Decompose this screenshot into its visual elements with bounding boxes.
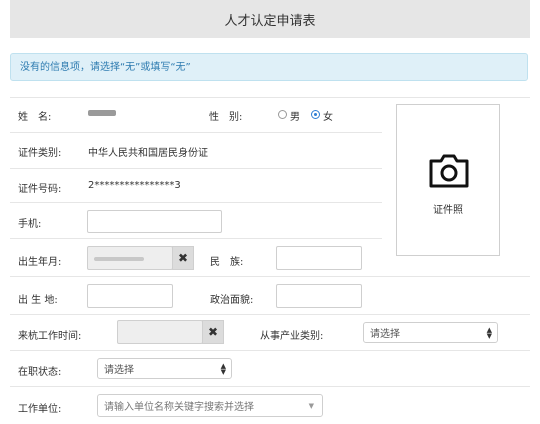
page-title: 人才认定申请表 [224, 13, 316, 29]
divider [10, 350, 530, 351]
name-value-redacted [88, 110, 116, 116]
camera-icon [429, 154, 469, 188]
close-icon: ✖ [177, 251, 189, 265]
updown-icon: ▲ ▼ [486, 325, 492, 340]
ethnicity-input[interactable] [276, 246, 362, 270]
info-notice: 没有的信息项，请选择“无”或填写“无” [10, 53, 528, 81]
birth-date-input[interactable] [87, 246, 173, 270]
divider [10, 97, 530, 98]
divider [10, 238, 382, 239]
updown-icon: ▲ ▼ [220, 361, 226, 376]
birth-clear-button[interactable]: ✖ [172, 246, 194, 270]
divider [10, 168, 382, 169]
id-photo-upload[interactable]: 证件照 [396, 104, 500, 256]
birth-date-value-redacted [94, 257, 144, 261]
close-icon: ✖ [207, 325, 219, 339]
job-status-select[interactable]: 请选择 ▲ ▼ [97, 358, 232, 379]
id-number-value: 2****************3 [88, 180, 181, 191]
id-type-value: 中华人民共和国居民身份证 [88, 148, 208, 159]
ethnicity-label: 民 族: [210, 257, 244, 268]
chevron-down-icon: ▼ [308, 401, 314, 410]
hangzhou-time-clear-button[interactable]: ✖ [202, 320, 224, 344]
hangzhou-time-input[interactable] [117, 320, 203, 344]
divider [10, 132, 382, 133]
gender-option-male[interactable]: 男 [290, 108, 300, 123]
employer-placeholder: 请输入单位名称关键字搜索并选择 [104, 402, 254, 413]
industry-label: 从事产业类别: [260, 331, 324, 342]
political-input[interactable] [276, 284, 362, 308]
industry-select[interactable]: 请选择 ▲ ▼ [363, 322, 498, 343]
photo-label: 证件照 [433, 205, 463, 216]
divider [10, 386, 530, 387]
page-header: 人才认定申请表 [10, 0, 530, 38]
hangzhou-time-label: 来杭工作时间: [18, 331, 82, 342]
job-status-select-value: 请选择 [104, 365, 134, 376]
employer-search-select[interactable]: 请输入单位名称关键字搜索并选择 ▼ [97, 394, 323, 417]
divider [10, 276, 530, 277]
gender-radio-female[interactable] [311, 110, 320, 119]
phone-input[interactable] [87, 210, 222, 233]
phone-label: 手机: [18, 219, 42, 230]
employer-label: 工作单位: [18, 404, 62, 415]
id-number-label: 证件号码: [18, 184, 62, 195]
name-label: 姓 名: [18, 112, 52, 123]
divider [10, 202, 382, 203]
divider [10, 314, 530, 315]
birthplace-input[interactable] [87, 284, 173, 308]
gender-label: 性 别: [209, 112, 243, 123]
industry-select-value: 请选择 [370, 329, 400, 340]
gender-option-female[interactable]: 女 [323, 108, 333, 123]
job-status-label: 在职状态: [18, 367, 62, 378]
birthplace-label: 出 生 地: [18, 295, 58, 306]
gender-radio-male[interactable] [278, 110, 287, 119]
political-label: 政治面貌: [210, 295, 254, 306]
id-type-label: 证件类别: [18, 148, 62, 159]
birth-label: 出生年月: [18, 257, 62, 268]
